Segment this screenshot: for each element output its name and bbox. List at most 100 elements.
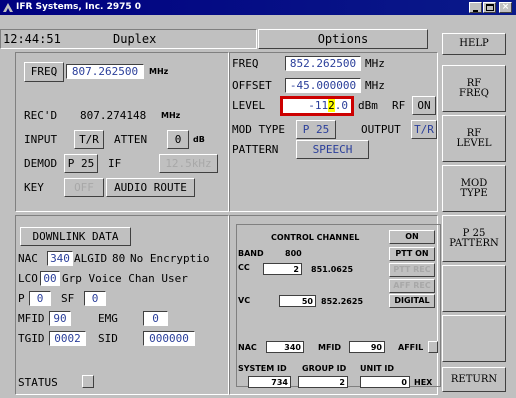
- band-value: 800: [285, 249, 302, 258]
- ptt-on-button[interactable]: PTT ON: [389, 247, 435, 261]
- generator-panel: FREQ 852.262500 MHz OFFSET -45.000000 MH…: [229, 52, 438, 212]
- unit-id-field[interactable]: 0: [360, 376, 410, 388]
- mode-text: Duplex: [113, 32, 157, 46]
- mod-type-button[interactable]: MOD TYPE: [442, 165, 506, 212]
- level-unit: dBm: [358, 99, 378, 112]
- minimize-icon[interactable]: [469, 2, 482, 13]
- dl-nac-field[interactable]: 340: [47, 251, 73, 266]
- downlink-panel: DOWNLINK DATA NAC 340 ALGID 80 No Encryp…: [15, 215, 229, 395]
- system-id-label: SYSTEM ID: [238, 364, 287, 373]
- output-select[interactable]: T/R: [411, 120, 437, 139]
- cc-label: CC: [238, 263, 250, 272]
- p-field[interactable]: 0: [29, 291, 51, 306]
- if-label: IF: [108, 157, 122, 170]
- recd-unit: MHz: [161, 111, 181, 120]
- gen-freq-label: FREQ: [232, 57, 259, 70]
- offset-label: OFFSET: [232, 79, 272, 92]
- status-label: STATUS: [18, 376, 58, 389]
- downlink-data-button[interactable]: DOWNLINK DATA: [20, 227, 131, 246]
- modtype-select[interactable]: P 25: [296, 120, 336, 139]
- atten-label: ATTEN: [114, 133, 148, 146]
- level-cursor-digit: 2: [328, 99, 335, 112]
- input-label: INPUT: [24, 133, 58, 146]
- cc-mfid-field[interactable]: 90: [349, 341, 385, 353]
- control-channel-panel: CONTROL CHANNEL ON BAND 800 PTT ON CC 2 …: [229, 215, 441, 395]
- algid-label: ALGID: [74, 252, 108, 265]
- vc-channel-field[interactable]: 50: [279, 295, 316, 307]
- cc-nac-label: NAC: [238, 343, 257, 352]
- lco-label: LCO: [18, 272, 38, 285]
- group-id-field[interactable]: 2: [298, 376, 348, 388]
- softkey-5-button[interactable]: [442, 265, 506, 312]
- sf-field[interactable]: 0: [84, 291, 106, 306]
- level-value-suffix: .0: [334, 99, 348, 112]
- aff-rec-button[interactable]: AFF REC: [389, 279, 435, 293]
- output-label: OUTPUT: [361, 123, 401, 136]
- rf-toggle[interactable]: ON: [412, 96, 436, 115]
- if-bandwidth-select[interactable]: 12.5kHz: [159, 154, 218, 173]
- freq-unit: MHz: [149, 67, 169, 76]
- rf-freq-button[interactable]: RF FREQ: [442, 65, 506, 112]
- rf-label: RF: [392, 99, 406, 112]
- offset-field[interactable]: -45.000000: [285, 78, 361, 93]
- atten-select[interactable]: 0: [167, 130, 189, 149]
- emg-label: EMG: [98, 312, 118, 325]
- level-value-prefix: -11: [308, 99, 329, 112]
- pattern-select[interactable]: SPEECH: [296, 140, 369, 159]
- band-label: BAND: [238, 249, 264, 258]
- ptt-rec-button[interactable]: PTT REC: [389, 263, 435, 277]
- level-label: LEVEL: [232, 99, 266, 112]
- dl-mfid-label: MFID: [18, 312, 45, 325]
- algid-description: No Encryptio: [130, 252, 210, 265]
- modtype-label: MOD TYPE: [232, 123, 285, 136]
- tgid-field[interactable]: 0002: [49, 331, 86, 346]
- cc-nac-field[interactable]: 340: [266, 341, 304, 353]
- sf-label: SF: [61, 292, 75, 305]
- emg-field[interactable]: 0: [143, 311, 168, 326]
- maximize-icon[interactable]: [483, 2, 496, 13]
- audio-route-button[interactable]: AUDIO ROUTE: [106, 178, 195, 197]
- rf-level-button[interactable]: RF LEVEL: [442, 115, 506, 162]
- key-label: KEY: [24, 181, 44, 194]
- unit-id-label: UNIT ID: [360, 364, 395, 373]
- gen-freq-field[interactable]: 852.262500: [285, 56, 361, 71]
- time-display: 12:44:51 Duplex: [0, 29, 257, 49]
- tgid-label: TGID: [18, 332, 45, 345]
- dl-nac-label: NAC: [18, 252, 38, 265]
- sid-label: SID: [98, 332, 118, 345]
- p25-pattern-button[interactable]: P 25 PATTERN: [442, 215, 506, 262]
- window-title: IFR Systems, Inc. 2975 0: [16, 2, 142, 12]
- app-logo-icon: [2, 2, 14, 13]
- level-field[interactable]: -112.0: [280, 96, 354, 116]
- algid-value: 80: [112, 252, 126, 265]
- input-select[interactable]: T/R: [74, 130, 104, 149]
- title-bar: IFR Systems, Inc. 2975 0 ×: [0, 0, 516, 15]
- lco-field[interactable]: 00: [40, 271, 60, 286]
- control-state-button[interactable]: ON: [389, 230, 435, 244]
- digital-button[interactable]: DIGITAL: [389, 294, 435, 308]
- clock-text: 12:44:51: [3, 32, 61, 46]
- key-toggle[interactable]: OFF: [64, 178, 104, 197]
- close-icon[interactable]: ×: [499, 2, 512, 13]
- hex-label: HEX: [414, 378, 433, 387]
- demod-label: DEMOD: [24, 157, 58, 170]
- rx-freq-field[interactable]: 807.262500: [66, 64, 144, 79]
- group-id-label: GROUP ID: [302, 364, 347, 373]
- options-button[interactable]: Options: [258, 29, 428, 49]
- vc-freq: 852.2625: [321, 297, 364, 306]
- sid-field[interactable]: 000000: [143, 331, 195, 346]
- help-button[interactable]: HELP: [442, 33, 506, 55]
- atten-unit: dB: [193, 135, 205, 144]
- vc-label: VC: [238, 296, 251, 305]
- dl-mfid-field[interactable]: 90: [49, 311, 71, 326]
- demod-select[interactable]: P 25: [64, 154, 98, 173]
- freq-button[interactable]: FREQ: [24, 62, 64, 82]
- pattern-label: PATTERN: [232, 143, 279, 156]
- return-button[interactable]: RETURN: [442, 367, 506, 392]
- cc-channel-field[interactable]: 2: [263, 263, 302, 275]
- softkey-6-button[interactable]: [442, 315, 506, 362]
- cc-freq: 851.0625: [311, 265, 354, 274]
- p-label: P: [18, 292, 25, 305]
- status-indicator: [82, 375, 94, 388]
- system-id-field[interactable]: 734: [248, 376, 291, 388]
